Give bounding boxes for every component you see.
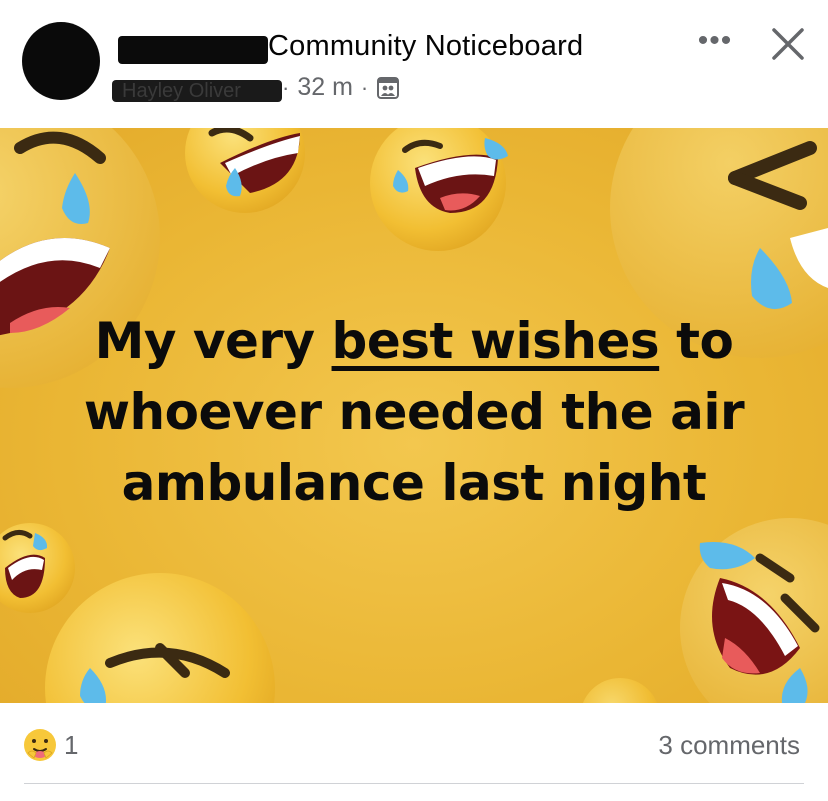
image-text-line: ambulance last night bbox=[121, 454, 707, 512]
more-options-button[interactable]: ••• bbox=[692, 24, 738, 57]
divider bbox=[24, 783, 804, 784]
laughing-emoji-icon bbox=[185, 128, 305, 213]
laughing-emoji-icon bbox=[680, 518, 828, 703]
reaction-count[interactable]: 1 bbox=[64, 730, 78, 761]
meta-separator: · bbox=[282, 74, 290, 100]
laughing-emoji-icon bbox=[370, 128, 508, 251]
redaction-bar bbox=[118, 36, 268, 64]
post-image[interactable]: My very best wishes to whoever needed th… bbox=[0, 128, 828, 703]
comments-count-link[interactable]: 3 comments bbox=[658, 730, 800, 761]
laughing-emoji-icon bbox=[0, 523, 75, 613]
image-text-line: whoever needed the air bbox=[83, 383, 745, 441]
post-image-text: My very best wishes to whoever needed th… bbox=[0, 306, 828, 519]
close-icon[interactable] bbox=[766, 22, 810, 66]
care-reaction-icon[interactable] bbox=[22, 727, 58, 763]
post-header: Hayley Oliver Community Noticeboard · 32… bbox=[0, 0, 828, 128]
more-options-icon: ••• bbox=[697, 24, 733, 57]
meta-separator: · bbox=[360, 74, 369, 100]
post-time[interactable]: 32 m bbox=[297, 73, 353, 102]
image-text-segment: My very bbox=[94, 312, 332, 370]
group-audience-icon bbox=[377, 76, 400, 99]
laughing-emoji-icon bbox=[582, 678, 658, 703]
image-text-segment: to bbox=[659, 312, 734, 370]
image-text-line: My very best wishes to bbox=[0, 306, 828, 377]
author-name[interactable]: Hayley Oliver bbox=[122, 80, 241, 103]
laughing-emoji-icon bbox=[45, 573, 275, 703]
post-meta: · 32 m · bbox=[282, 73, 400, 102]
group-name[interactable]: Community Noticeboard bbox=[268, 30, 583, 63]
avatar[interactable] bbox=[22, 22, 100, 100]
image-text-underlined: best wishes bbox=[331, 312, 660, 370]
